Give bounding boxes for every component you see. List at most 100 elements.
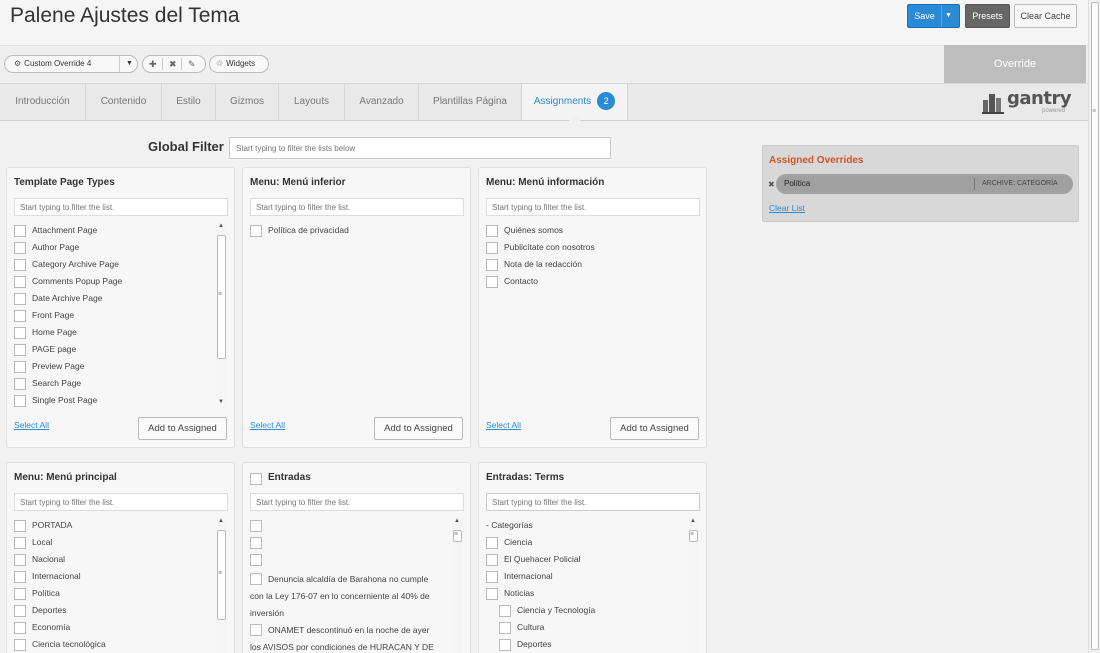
checkbox[interactable]	[14, 378, 26, 390]
checkbox[interactable]	[14, 622, 26, 634]
tab-introduccion[interactable]: Introducción	[0, 84, 86, 120]
save-button[interactable]: Save ▼	[907, 4, 960, 28]
list-item[interactable]: Economía	[14, 620, 228, 637]
checkbox[interactable]	[14, 537, 26, 549]
checkbox[interactable]	[486, 571, 498, 583]
list-scrollbar[interactable]: ▲ ≡	[688, 518, 699, 653]
list-item[interactable]: Publicítate con nosotros	[486, 240, 700, 257]
checkbox[interactable]	[486, 276, 498, 288]
checkbox[interactable]	[14, 344, 26, 356]
scroll-down-icon[interactable]: ▼	[218, 399, 224, 405]
tab-gizmos[interactable]: Gizmos	[216, 84, 279, 120]
checkbox[interactable]	[486, 259, 498, 271]
assigned-item[interactable]: Política ARCHIVE: CATEGORÍA	[776, 174, 1073, 194]
select-all-link[interactable]: Select All	[486, 420, 521, 430]
list-item[interactable]: PORTADA	[14, 518, 228, 535]
checkbox[interactable]	[499, 639, 511, 651]
list-item[interactable]: Política de privacidad	[250, 223, 464, 240]
tab-contenido[interactable]: Contenido	[86, 84, 162, 120]
add-to-assigned-button[interactable]: Add to Assigned	[138, 417, 227, 440]
list-scrollbar[interactable]: ▲ ≡	[452, 518, 463, 653]
checkbox[interactable]	[486, 225, 498, 237]
list-item[interactable]: Comments Popup Page	[14, 274, 228, 291]
checkbox[interactable]	[14, 361, 26, 373]
global-filter-input[interactable]	[229, 137, 611, 159]
list-filter-input[interactable]	[486, 493, 700, 511]
list-item[interactable]: Denuncia alcaldía de Barahona no cumple …	[250, 571, 450, 622]
chevron-down-icon[interactable]: ▼	[945, 5, 952, 27]
select-all-link[interactable]: Select All	[14, 420, 49, 430]
checkbox[interactable]	[14, 259, 26, 271]
checkbox[interactable]	[250, 225, 262, 237]
add-to-assigned-button[interactable]: Add to Assigned	[374, 417, 463, 440]
widgets-button[interactable]: ♲ Widgets	[209, 55, 269, 73]
list-item[interactable]: Política	[14, 586, 228, 603]
checkbox[interactable]	[14, 588, 26, 600]
list-item[interactable]: Single Post Page	[14, 393, 228, 410]
list-item[interactable]: Attachment Page	[14, 223, 228, 240]
list-item[interactable]: Author Page	[14, 240, 228, 257]
list-item[interactable]: Search Page	[14, 376, 228, 393]
scroll-up-icon[interactable]: ▲	[454, 518, 460, 524]
checkbox[interactable]	[14, 327, 26, 339]
checkbox[interactable]	[486, 588, 498, 600]
add-icon[interactable]: ✚	[149, 56, 157, 72]
tab-assignments[interactable]: Assignments 2	[522, 84, 628, 121]
checkbox[interactable]	[14, 225, 26, 237]
list-item[interactable]: Internacional	[14, 569, 228, 586]
checkbox[interactable]	[14, 571, 26, 583]
list-scrollbar[interactable]: ▲ ≡	[216, 518, 227, 653]
list-item[interactable]: ONAMET descontinuó en la noche de ayer l…	[250, 622, 450, 653]
checkbox[interactable]	[250, 554, 262, 566]
checkbox[interactable]	[486, 537, 498, 549]
edit-icon[interactable]: ✎	[188, 56, 196, 72]
list-item[interactable]: Deportes	[486, 637, 700, 653]
list-item[interactable]	[250, 535, 464, 552]
list-scrollbar[interactable]: ▲ ≡ ▼	[216, 223, 227, 409]
checkbox[interactable]	[486, 242, 498, 254]
scroll-up-icon[interactable]: ▲	[218, 223, 224, 229]
tab-estilo[interactable]: Estilo	[162, 84, 216, 120]
checkbox[interactable]	[14, 554, 26, 566]
presets-button[interactable]: Presets	[965, 4, 1010, 28]
checkbox[interactable]	[250, 573, 262, 585]
tab-avanzado[interactable]: Avanzado	[345, 84, 419, 120]
delete-icon[interactable]: ✖	[169, 56, 177, 72]
checkbox[interactable]	[14, 276, 26, 288]
override-tab[interactable]: Override	[944, 45, 1086, 83]
add-to-assigned-button[interactable]: Add to Assigned	[610, 417, 699, 440]
clear-cache-button[interactable]: Clear Cache	[1014, 4, 1077, 28]
checkbox[interactable]	[14, 639, 26, 651]
list-item[interactable]: Ciencia tecnológica	[14, 637, 228, 653]
checkbox[interactable]	[250, 520, 262, 532]
checkbox[interactable]	[14, 242, 26, 254]
list-item[interactable]: Quiénes somos	[486, 223, 700, 240]
checkbox[interactable]	[250, 624, 262, 636]
list-item[interactable]: El Quehacer Policial	[486, 552, 700, 569]
list-item[interactable]	[250, 518, 464, 535]
list-filter-input[interactable]	[14, 198, 228, 216]
scroll-up-icon[interactable]: ▲	[218, 518, 224, 524]
list-item[interactable]: Nacional	[14, 552, 228, 569]
list-item[interactable]: Local	[14, 535, 228, 552]
select-all-link[interactable]: Select All	[250, 420, 285, 430]
list-filter-input[interactable]	[250, 493, 464, 511]
tab-plantillas-pagina[interactable]: Plantillas Página	[419, 84, 522, 120]
list-filter-input[interactable]	[14, 493, 228, 511]
checkbox[interactable]	[14, 605, 26, 617]
list-item[interactable]: Cultura	[486, 620, 700, 637]
list-item[interactable]: Home Page	[14, 325, 228, 342]
override-select[interactable]: ⚙ Custom Override 4 ▼	[4, 55, 138, 73]
list-item[interactable]: Internacional	[486, 569, 700, 586]
list-item[interactable]: Ciencia	[486, 535, 700, 552]
remove-icon[interactable]: ✖	[768, 180, 775, 189]
checkbox[interactable]	[250, 537, 262, 549]
list-filter-input[interactable]	[486, 198, 700, 216]
list-item[interactable]: Deportes	[14, 603, 228, 620]
list-item[interactable]	[250, 552, 464, 569]
checkbox[interactable]	[14, 520, 26, 532]
tab-layouts[interactable]: Layouts	[279, 84, 345, 120]
clear-list-link[interactable]: Clear List	[769, 203, 805, 213]
checkbox[interactable]	[14, 310, 26, 322]
checkbox[interactable]	[499, 605, 511, 617]
